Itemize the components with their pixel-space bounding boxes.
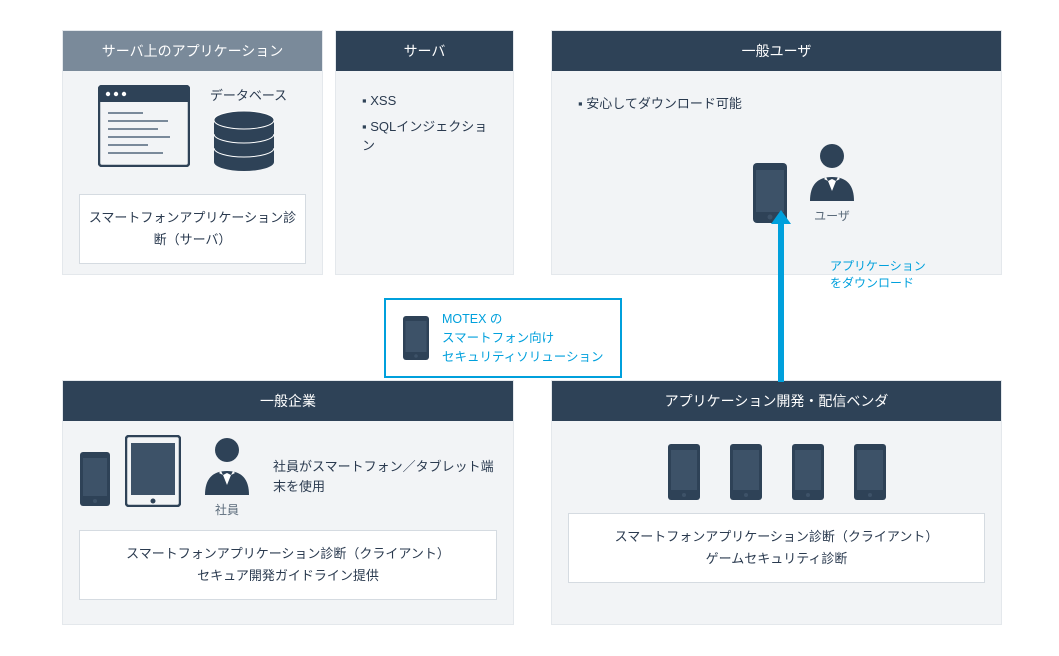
bullet-sql: SQLインジェクション	[362, 112, 497, 158]
panel-vendor: アプリケーション開発・配信ベンダ スマートフォンアプリケーション診断（クライアン…	[551, 380, 1002, 625]
enterprise-tablet-icon	[125, 435, 181, 507]
panel-header-enterprise: 一般企業	[63, 381, 513, 421]
vendor-phone-icon	[791, 443, 825, 501]
enterprise-subbox: スマートフォンアプリケーション診断（クライアント） セキュア開発ガイドライン提供	[79, 530, 497, 600]
user-bullet-list: 安心してダウンロード可能	[568, 85, 985, 116]
bullet-safe-download: 安心してダウンロード可能	[578, 89, 985, 116]
callout-text: MOTEX の スマートフォン向け セキュリティソリューション	[442, 310, 604, 366]
panel-header-server: サーバ	[336, 31, 513, 71]
panel-header-general-user: 一般ユーザ	[552, 31, 1001, 71]
vendor-phone-icon	[729, 443, 763, 501]
database-label: データベース	[210, 85, 287, 104]
callout-phone-icon	[402, 315, 430, 361]
vendor-phone-icon	[667, 443, 701, 501]
user-label: ユーザ	[804, 207, 860, 224]
user-person-icon	[804, 141, 860, 203]
arrow-download	[778, 222, 784, 382]
enterprise-note: 社員がスマートフォン／タブレット端末を使用	[273, 457, 497, 496]
arrow-download-head	[771, 210, 791, 224]
panel-enterprise: 一般企業 社員 社員がスマートフォン／タブレット端末を使用 ス	[62, 380, 514, 625]
app-window-icon	[98, 85, 190, 167]
panel-server-app: サーバ上のアプリケーション データベース スマートフォンアプリケーション診断（サ…	[62, 30, 323, 275]
panel-header-vendor: アプリケーション開発・配信ベンダ	[552, 381, 1001, 421]
server-app-subbox: スマートフォンアプリケーション診断（サーバ）	[79, 194, 306, 264]
bullet-xss: XSS	[362, 89, 497, 112]
panel-server: サーバ XSS SQLインジェクション	[335, 30, 514, 275]
callout-motex: MOTEX の スマートフォン向け セキュリティソリューション	[384, 298, 622, 378]
panel-general-user: 一般ユーザ 安心してダウンロード可能 ユーザ	[551, 30, 1002, 275]
employee-person-icon	[199, 435, 255, 497]
arrow-download-label: アプリケーション をダウンロード	[830, 258, 926, 292]
vendor-subbox: スマートフォンアプリケーション診断（クライアント） ゲームセキュリティ診断	[568, 513, 985, 583]
server-bullet-list: XSS SQLインジェクション	[352, 85, 497, 158]
database-icon	[210, 110, 287, 182]
enterprise-phone-icon	[79, 451, 111, 507]
panel-header-server-app: サーバ上のアプリケーション	[63, 31, 322, 71]
employee-label: 社員	[199, 501, 255, 518]
vendor-phone-icon	[853, 443, 887, 501]
